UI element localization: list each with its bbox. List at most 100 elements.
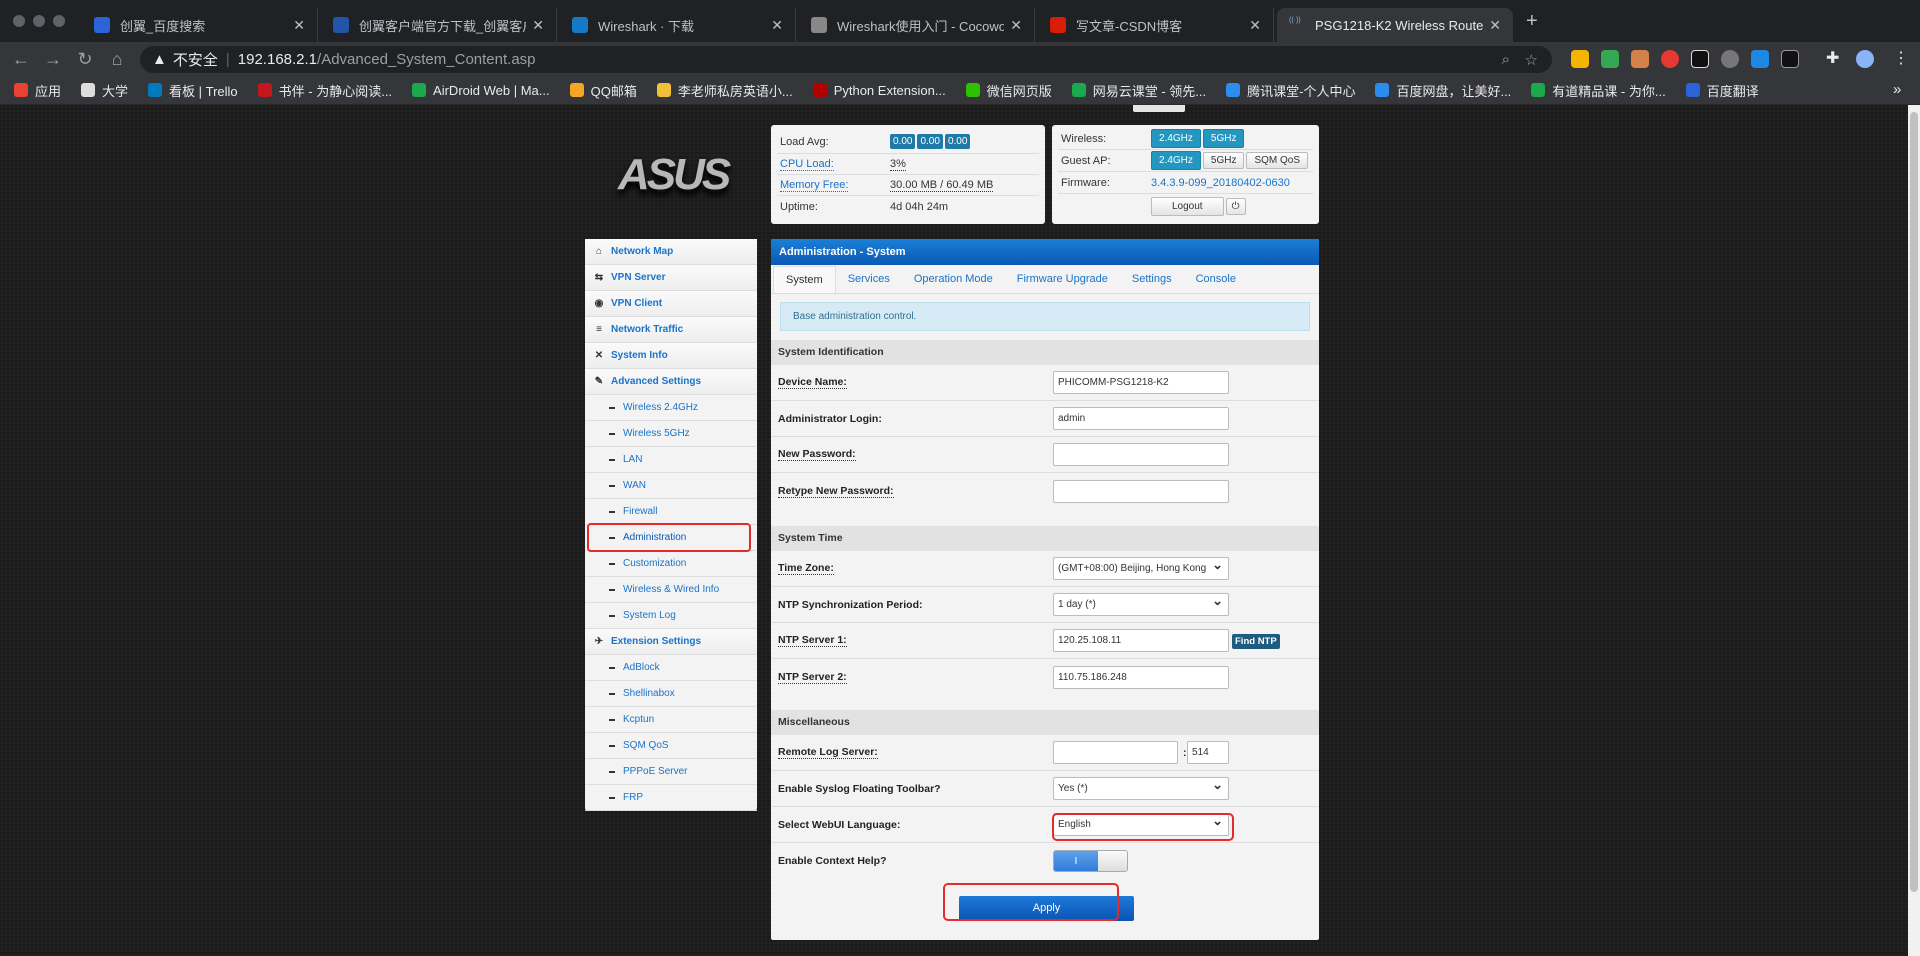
bookmark-item[interactable]: AirDroid Web | Ma... — [412, 83, 550, 98]
syslog-toolbar-select[interactable]: Yes (*) — [1053, 774, 1229, 800]
ntp-period-select[interactable]: 1 day (*) — [1053, 590, 1229, 616]
close-tab-icon[interactable]: ✕ — [771, 17, 783, 34]
admin-login-input[interactable]: admin — [1053, 407, 1229, 430]
sidebar-item-frp[interactable]: FRP — [585, 785, 757, 811]
close-tab-icon[interactable]: ✕ — [293, 17, 305, 34]
close-tab-icon[interactable]: ✕ — [532, 17, 544, 34]
forward-icon[interactable]: → — [42, 49, 64, 70]
logout-button[interactable]: Logout — [1151, 196, 1224, 216]
window-maximize-button[interactable] — [53, 15, 65, 27]
extension-icon[interactable] — [1751, 50, 1769, 68]
sidebar-item-kcptun[interactable]: Kcptun — [585, 707, 757, 733]
bookmark-item[interactable]: 应用 — [14, 81, 61, 100]
sidebar-item-network-map[interactable]: ⌂ Network Map — [585, 239, 757, 265]
sidebar-item-extension-settings[interactable]: ✈ Extension Settings — [585, 629, 757, 655]
tab-services[interactable]: Services — [836, 266, 902, 293]
power-icon[interactable]: ⏻ — [1225, 197, 1246, 215]
bookmark-item[interactable]: 百度网盘，让美好... — [1375, 81, 1511, 100]
remote-log-port-input[interactable]: 514 — [1187, 741, 1229, 764]
extension-icon[interactable] — [1721, 50, 1739, 68]
sqm-qos-button[interactable]: SQM QoS — [1246, 152, 1309, 169]
sidebar-item-adblock[interactable]: AdBlock — [585, 655, 757, 681]
sidebar-item-wireless-wired-info[interactable]: Wireless & Wired Info — [585, 577, 757, 603]
browser-tab[interactable]: 创翼客户端官方下载_创翼客户端 ✕ — [321, 8, 557, 42]
extension-icon[interactable] — [1631, 50, 1649, 68]
sidebar-item-shellinabox[interactable]: Shellinabox — [585, 681, 757, 707]
device-name-input[interactable]: PHICOMM-PSG1218-K2 — [1053, 371, 1229, 394]
sidebar-item-wireless-2-4ghz[interactable]: Wireless 2.4GHz — [585, 395, 757, 421]
tab-settings[interactable]: Settings — [1120, 266, 1184, 293]
bookmark-star-icon[interactable]: ☆ — [1525, 51, 1538, 69]
reload-icon[interactable]: ↻ — [74, 49, 96, 70]
new-tab-button[interactable]: + — [1526, 10, 1538, 33]
tab-system[interactable]: System — [773, 266, 836, 293]
close-tab-icon[interactable]: ✕ — [1010, 17, 1022, 34]
url-bar[interactable]: ▲ 不安全 | 192.168.2.1/Advanced_System_Cont… — [140, 46, 1552, 73]
new-password-input[interactable] — [1053, 443, 1229, 466]
bookmark-item[interactable]: 网易云课堂 - 领先... — [1071, 81, 1206, 100]
bookmark-item[interactable]: 百度翻译 — [1685, 81, 1759, 100]
extension-icon[interactable] — [1691, 50, 1709, 68]
close-tab-icon[interactable]: ✕ — [1249, 17, 1261, 34]
sidebar-item-system-log[interactable]: System Log — [585, 603, 757, 629]
bookmark-item[interactable]: 有道精品课 - 为你... — [1531, 81, 1666, 100]
sidebar-item-firewall[interactable]: Firewall — [585, 499, 757, 525]
cpu-load-link[interactable]: CPU Load: — [780, 158, 834, 171]
tab-operation-mode[interactable]: Operation Mode — [902, 266, 1005, 293]
context-help-toggle[interactable]: I — [1053, 850, 1128, 872]
extension-icon[interactable] — [1781, 50, 1799, 68]
partial-button[interactable] — [1133, 105, 1185, 112]
extension-icon[interactable] — [1571, 50, 1589, 68]
browser-tab[interactable]: 创翼_百度搜索 ✕ — [82, 8, 318, 42]
sidebar-item-wan[interactable]: WAN — [585, 473, 757, 499]
firmware-version[interactable]: 3.4.3.9-099_20180402-0630 — [1151, 177, 1290, 189]
guest-24-button[interactable]: 2.4GHz — [1151, 151, 1201, 170]
close-tab-icon[interactable]: ✕ — [1489, 17, 1501, 34]
find-ntp-button[interactable]: Find NTP — [1232, 634, 1280, 649]
bookmark-item[interactable]: 李老师私房英语小... — [656, 81, 793, 100]
sidebar-item-system-info[interactable]: ✕ System Info — [585, 343, 757, 369]
remote-log-input[interactable] — [1053, 741, 1178, 764]
bookmark-item[interactable]: 大学 — [81, 81, 128, 100]
scrollbar-thumb[interactable] — [1910, 112, 1918, 892]
bookmark-item[interactable]: Python Extension... — [812, 83, 946, 98]
retype-password-input[interactable] — [1053, 479, 1229, 503]
browser-tab[interactable]: ((·)) PSG1218-K2 Wireless Router - ✕ — [1277, 8, 1513, 42]
sidebar-item-advanced-settings[interactable]: ✎ Advanced Settings — [585, 369, 757, 395]
bookmark-item[interactable]: 微信网页版 — [965, 81, 1052, 100]
extension-icon[interactable] — [1601, 50, 1619, 68]
wireless-24-button[interactable]: 2.4GHz — [1151, 129, 1201, 148]
zoom-icon[interactable]: ⌕ — [1502, 51, 1510, 68]
wireless-5-button[interactable]: 5GHz — [1202, 129, 1245, 148]
sidebar-item-network-traffic[interactable]: ≡ Network Traffic — [585, 317, 757, 343]
home-icon[interactable]: ⌂ — [106, 49, 128, 70]
sidebar-item-vpn-client[interactable]: ◉ VPN Client — [585, 291, 757, 317]
ntp-server2-input[interactable]: 110.75.186.248 — [1053, 665, 1229, 689]
bookmark-item[interactable]: QQ邮箱 — [569, 81, 637, 100]
puzzle-icon[interactable]: ✚ — [1826, 48, 1839, 68]
bookmark-item[interactable]: 书伴 - 为静心阅读... — [257, 81, 392, 100]
menu-icon[interactable]: ⋮ — [1893, 48, 1909, 68]
guest-5-button[interactable]: 5GHz — [1202, 152, 1245, 169]
window-minimize-button[interactable] — [33, 15, 45, 27]
sidebar-item-customization[interactable]: Customization — [585, 551, 757, 577]
sidebar-item-lan[interactable]: LAN — [585, 447, 757, 473]
memory-free-link[interactable]: Memory Free: — [780, 179, 849, 192]
browser-tab[interactable]: 写文章-CSDN博客 ✕ — [1038, 8, 1274, 42]
extension-icon[interactable] — [1661, 50, 1679, 68]
ntp-server1-input[interactable]: 120.25.108.11 — [1053, 629, 1229, 652]
sidebar-item-pppoe-server[interactable]: PPPoE Server — [585, 759, 757, 785]
browser-tab[interactable]: Wireshark · 下载 ✕ — [560, 8, 796, 42]
window-close-button[interactable] — [13, 15, 25, 27]
sidebar-item-vpn-server[interactable]: ⇆ VPN Server — [585, 265, 757, 291]
back-icon[interactable]: ← — [10, 49, 32, 70]
tab-firmware-upgrade[interactable]: Firmware Upgrade — [1005, 266, 1120, 293]
browser-tab[interactable]: Wireshark使用入门 - Cocowool ✕ — [799, 8, 1035, 42]
bookmark-item[interactable]: 看板 | Trello — [148, 81, 238, 100]
bookmarks-overflow-icon[interactable]: » — [1893, 81, 1901, 98]
timezone-select[interactable]: (GMT+08:00) Beijing, Hong Kong — [1053, 557, 1229, 580]
bookmark-item[interactable]: 腾讯课堂-个人中心 — [1226, 81, 1355, 100]
avatar[interactable] — [1856, 50, 1874, 68]
sidebar-item-sqm-qos[interactable]: SQM QoS — [585, 733, 757, 759]
sidebar-item-wireless-5ghz[interactable]: Wireless 5GHz — [585, 421, 757, 447]
